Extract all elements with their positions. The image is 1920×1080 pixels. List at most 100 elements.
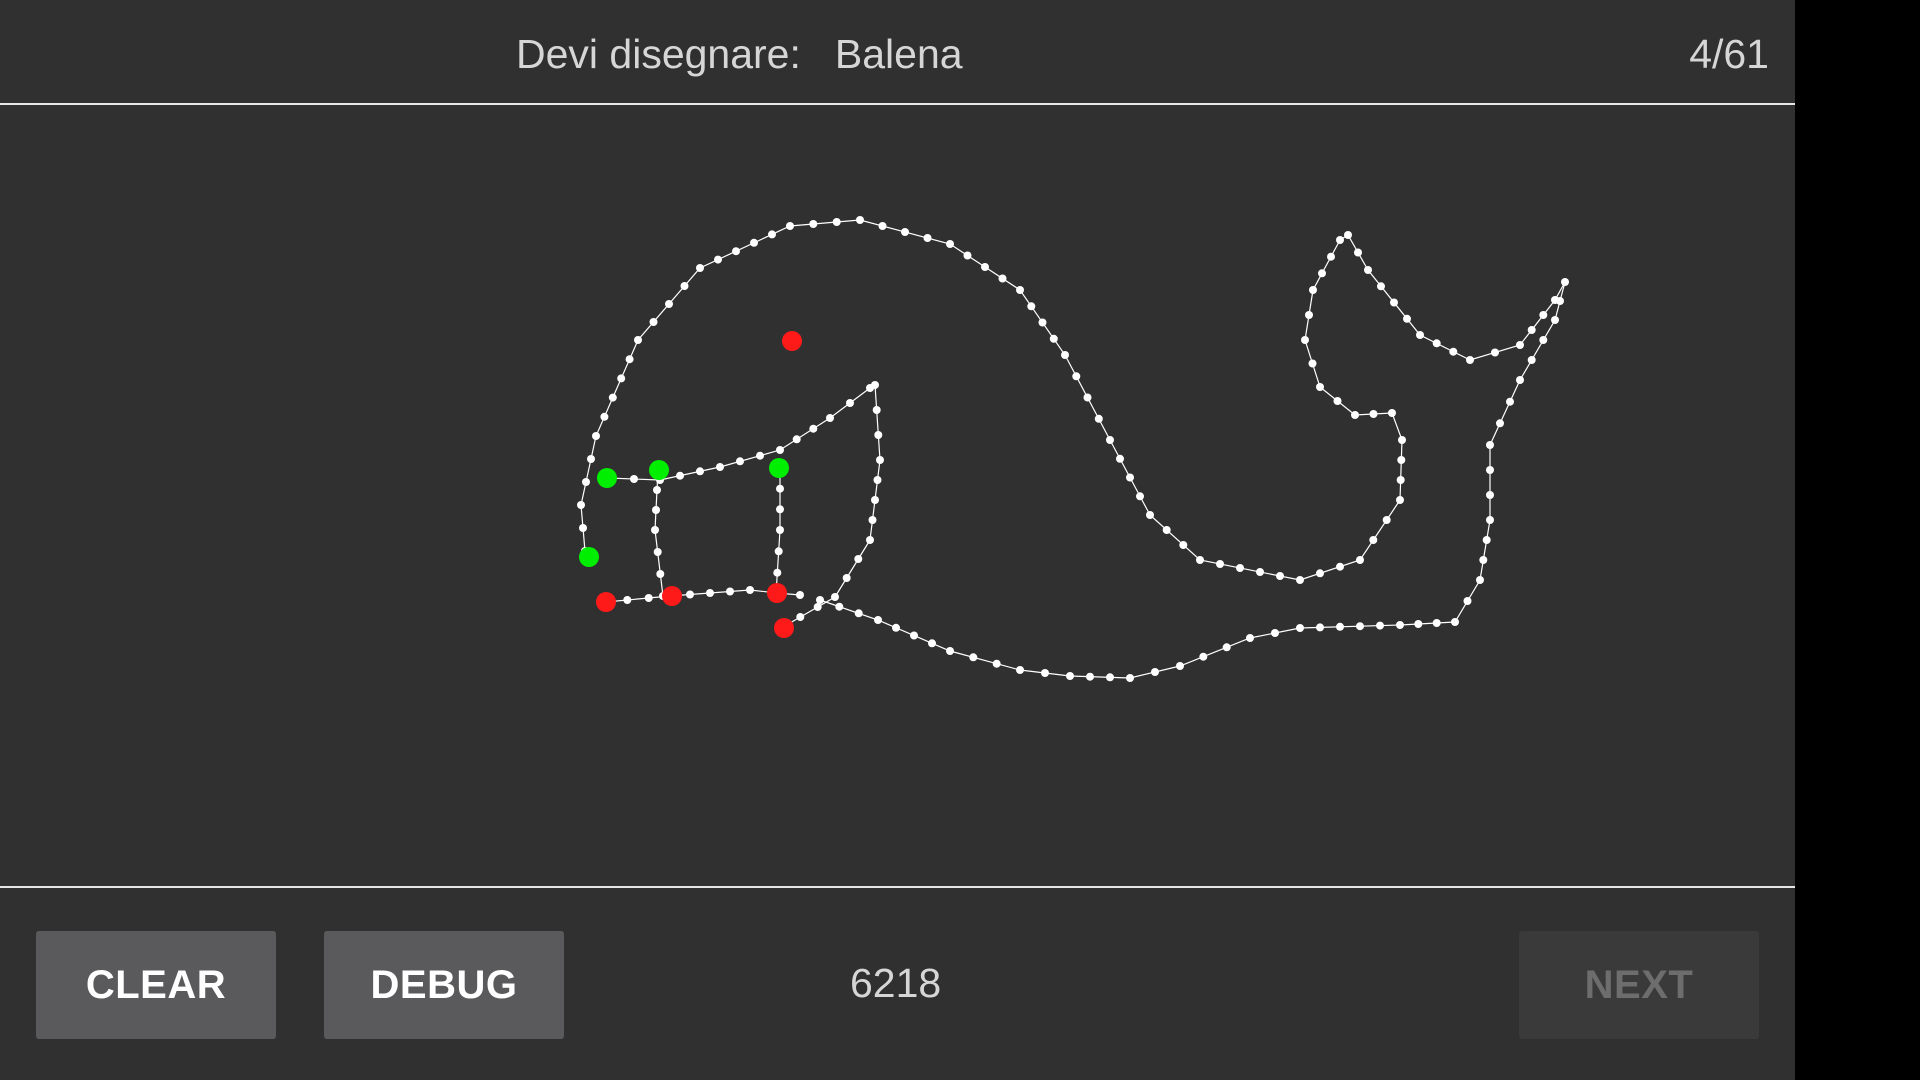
- stroke-point: [1486, 491, 1494, 499]
- stroke-point: [1271, 629, 1279, 637]
- debug-button[interactable]: DEBUG: [324, 931, 564, 1039]
- stroke-point: [826, 414, 834, 422]
- stroke-point: [1388, 409, 1396, 417]
- stroke-point: [1216, 560, 1224, 568]
- stroke-point: [768, 230, 776, 239]
- red-marker: [596, 592, 616, 612]
- stroke-point: [706, 589, 714, 597]
- stroke-point: [1179, 541, 1188, 549]
- stroke-point: [696, 264, 704, 272]
- stroke-point: [577, 501, 585, 509]
- green-marker: [579, 547, 599, 567]
- stroke-point: [1061, 351, 1069, 359]
- stroke-point: [892, 623, 900, 632]
- stroke-point: [1041, 669, 1049, 677]
- stroke-point: [832, 218, 841, 226]
- stroke-point: [774, 547, 783, 556]
- stroke-point: [1403, 314, 1411, 323]
- stroke-point: [1336, 562, 1344, 571]
- stroke-point: [1246, 634, 1254, 642]
- stroke-point: [1551, 316, 1559, 324]
- stroke-point: [923, 234, 932, 242]
- stroke-point: [842, 574, 851, 582]
- stroke-point: [680, 282, 689, 290]
- stroke-point: [617, 374, 626, 383]
- stroke-point: [831, 593, 839, 601]
- stroke-point: [786, 222, 794, 230]
- stroke-line-0: [580, 219, 1566, 679]
- stroke-point: [1449, 347, 1458, 356]
- stroke-point: [686, 590, 694, 599]
- stroke-point: [998, 274, 1007, 283]
- stroke-point: [1344, 231, 1352, 239]
- stroke-point: [1296, 576, 1304, 584]
- stroke-point: [1479, 556, 1488, 564]
- stroke-point: [1377, 282, 1385, 291]
- score-value: 6218: [850, 960, 942, 1006]
- stroke-point: [1126, 674, 1134, 682]
- clear-button[interactable]: CLEAR: [36, 931, 276, 1039]
- stroke-point: [1027, 302, 1036, 311]
- stroke-point: [792, 435, 801, 444]
- stroke-point: [1351, 411, 1359, 419]
- stroke-point: [579, 524, 587, 532]
- side-black-bar: [1795, 0, 1920, 1080]
- stroke-point: [1316, 383, 1324, 391]
- stroke-point: [652, 506, 660, 514]
- stroke-point: [1376, 621, 1384, 630]
- stroke-lines: [580, 219, 1566, 679]
- stroke-point: [714, 255, 722, 264]
- stroke-point: [1486, 441, 1494, 449]
- stroke-point: [874, 431, 883, 439]
- stroke-point: [835, 602, 844, 611]
- stroke-point: [1236, 564, 1244, 572]
- stroke-point: [1463, 597, 1472, 605]
- stroke-point: [750, 238, 758, 247]
- stroke-point: [946, 240, 954, 248]
- app-screen: Devi disegnare: Balena 4/61 CLEAR DEBUG 6…: [0, 0, 1795, 1080]
- stroke-point: [1301, 336, 1309, 344]
- stroke-point: [1327, 252, 1335, 261]
- stroke-point: [1398, 436, 1406, 444]
- stroke-point: [854, 555, 863, 563]
- stroke-point: [1106, 673, 1114, 682]
- stroke-point: [634, 336, 642, 344]
- stroke-point: [1049, 334, 1058, 343]
- stroke-point: [1016, 286, 1024, 294]
- stroke-point: [1316, 569, 1324, 578]
- stroke-point: [1086, 672, 1094, 681]
- stroke-point: [649, 318, 658, 326]
- stroke-point: [874, 616, 882, 624]
- stroke-point: [1162, 526, 1171, 534]
- stroke-point: [1354, 248, 1362, 257]
- stroke-point: [1066, 672, 1074, 680]
- stroke-point: [1396, 621, 1404, 629]
- stroke-point: [866, 536, 874, 544]
- stroke-point: [644, 594, 653, 602]
- stroke-point: [776, 484, 784, 493]
- stroke-point: [873, 476, 882, 484]
- stroke-point: [776, 526, 784, 534]
- stroke-point: [1196, 556, 1204, 564]
- green-marker: [649, 460, 669, 480]
- stroke-point: [1083, 393, 1092, 402]
- drawing-canvas[interactable]: [0, 105, 1795, 886]
- stroke-point: [1276, 572, 1284, 580]
- stroke-point: [1038, 318, 1047, 327]
- stroke-point: [1539, 311, 1548, 319]
- stroke-point: [866, 384, 874, 392]
- stroke-point: [1336, 236, 1344, 244]
- stroke-point: [696, 467, 704, 476]
- stroke-point: [963, 251, 972, 260]
- stroke-point: [1316, 623, 1324, 632]
- stroke-point: [736, 457, 744, 466]
- stroke-point: [1016, 666, 1024, 674]
- stroke-point: [1382, 516, 1391, 524]
- stroke-point: [608, 393, 617, 402]
- stroke-point: [1491, 348, 1499, 357]
- stroke-point: [1106, 436, 1114, 444]
- next-button[interactable]: NEXT: [1519, 931, 1759, 1039]
- stroke-point: [871, 496, 879, 504]
- stroke-point: [653, 548, 662, 556]
- stroke-point: [1072, 372, 1081, 381]
